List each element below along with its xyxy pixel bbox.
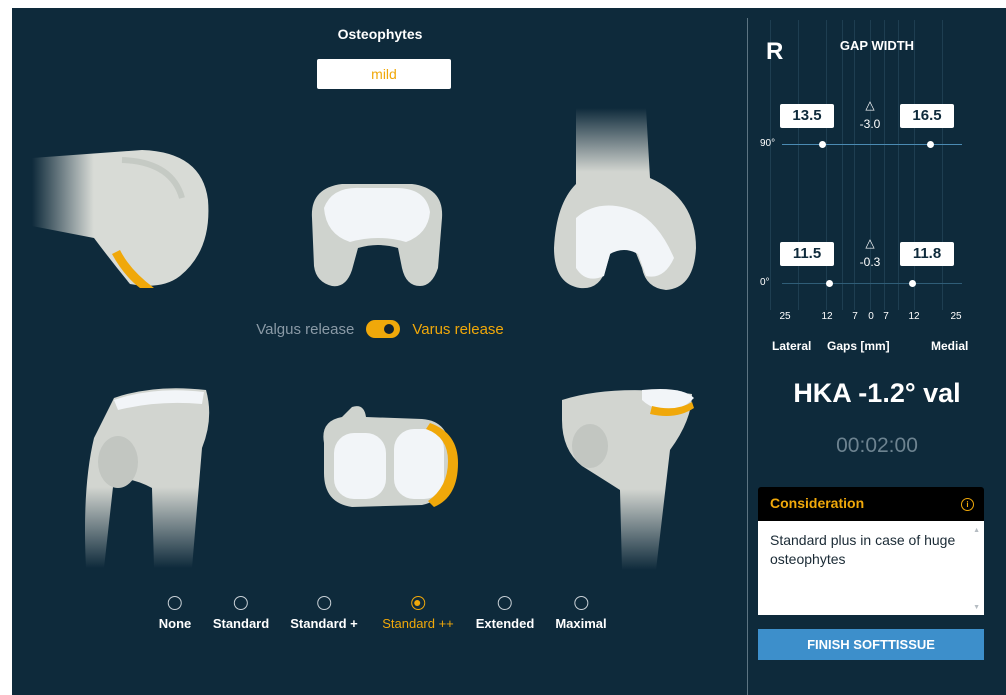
- gaps-unit-label: Gaps [mm]: [827, 339, 890, 353]
- option-label: Standard ++: [382, 616, 454, 631]
- option-none[interactable]: None: [158, 596, 192, 631]
- option-standard-plus-plus[interactable]: Standard ++: [382, 596, 454, 631]
- grid-line: [942, 20, 943, 310]
- option-standard-plus[interactable]: Standard +: [290, 596, 358, 631]
- radio-circle-selected[interactable]: [411, 596, 425, 610]
- tibial-plateau-top-view: [323, 406, 458, 507]
- extension-angle-label: 0°: [760, 277, 770, 288]
- option-label: Maximal: [555, 616, 607, 631]
- lateral-label: Lateral: [772, 339, 812, 353]
- medial-label: Medial: [931, 339, 969, 353]
- grid-line: [842, 20, 843, 310]
- scale-tick: 25: [779, 311, 791, 322]
- radio-circle[interactable]: [574, 596, 588, 610]
- grid-line: [826, 20, 827, 310]
- scale-tick: 0: [868, 311, 874, 322]
- varus-release-label[interactable]: Varus release: [412, 321, 503, 338]
- consideration-title: Consideration: [770, 495, 865, 511]
- release-level-options: None Standard Standard + Standard ++ Ext…: [152, 596, 622, 636]
- extension-medial-marker: [909, 280, 916, 287]
- flexion-medial-gap: 16.5: [900, 104, 954, 128]
- softtissue-screen: Osteophytes mild Valgus release Varus re…: [12, 8, 1006, 695]
- extension-lateral-gap: 11.5: [780, 242, 834, 266]
- scroll-down-icon[interactable]: ▼: [973, 604, 980, 611]
- radio-circle[interactable]: [316, 596, 331, 610]
- scale-tick: 25: [950, 311, 962, 322]
- scale-tick: 7: [852, 311, 858, 322]
- grid-line: [898, 20, 899, 310]
- extension-gap-line: [782, 283, 962, 284]
- femur-posterior-implant-view: [554, 108, 696, 290]
- info-icon[interactable]: i: [961, 498, 974, 511]
- option-extended[interactable]: Extended: [475, 596, 535, 631]
- scale-tick: 12: [908, 311, 920, 322]
- flexion-angle-label: 90°: [760, 138, 776, 149]
- option-standard[interactable]: Standard: [213, 596, 269, 631]
- release-toggle-row: Valgus release Varus release: [12, 317, 748, 341]
- flexion-delta: -3.0: [859, 117, 881, 131]
- finish-softtissue-button[interactable]: FINISH SOFTTISSUE: [758, 629, 984, 660]
- tibia-posterior-view: [562, 389, 694, 570]
- femur-lateral-view: [32, 150, 209, 288]
- consideration-text: Standard plus in case of huge osteophyte…: [770, 532, 956, 567]
- extension-lateral-marker: [826, 280, 833, 287]
- timer: 00:02:00: [836, 434, 918, 457]
- delta-icon: △: [865, 98, 875, 112]
- hka-readout: HKA -1.2° val: [793, 378, 961, 408]
- grid-line: [914, 20, 915, 310]
- flexion-medial-marker: [927, 141, 934, 148]
- flexion-lateral-gap: 13.5: [780, 104, 834, 128]
- release-switch[interactable]: [366, 320, 401, 338]
- option-label: Standard: [212, 616, 270, 631]
- switch-knob: [384, 324, 395, 334]
- panel-divider: [747, 18, 748, 695]
- radio-circle[interactable]: [497, 596, 512, 610]
- radio-circle[interactable]: [168, 596, 182, 610]
- scroll-up-icon[interactable]: ▲: [973, 527, 980, 534]
- delta-icon: △: [865, 236, 875, 250]
- option-label: None: [158, 616, 192, 631]
- scale-tick: 7: [883, 311, 889, 322]
- consideration-header: Consideration i: [758, 487, 984, 521]
- option-label: Standard +: [290, 616, 358, 631]
- osteophytes-severity-select[interactable]: mild: [317, 59, 451, 89]
- option-label: Extended: [475, 616, 535, 631]
- osteophytes-title: Osteophytes: [337, 26, 423, 42]
- flexion-gap-line: [782, 144, 962, 145]
- grid-line: [798, 20, 799, 310]
- option-maximal[interactable]: Maximal: [555, 596, 607, 631]
- flexion-lateral-marker: [819, 141, 826, 148]
- extension-medial-gap: 11.8: [900, 242, 954, 266]
- scale-tick: 12: [821, 311, 833, 322]
- femur-front-implant-view: [311, 184, 443, 287]
- radio-circle[interactable]: [234, 596, 248, 610]
- extension-delta: -0.3: [859, 255, 881, 269]
- gap-width-title: GAP WIDTH: [839, 38, 915, 53]
- consideration-textarea[interactable]: Standard plus in case of huge osteophyte…: [758, 521, 984, 615]
- tibia-lateral-view: [85, 388, 210, 568]
- valgus-release-label[interactable]: Valgus release: [256, 321, 354, 338]
